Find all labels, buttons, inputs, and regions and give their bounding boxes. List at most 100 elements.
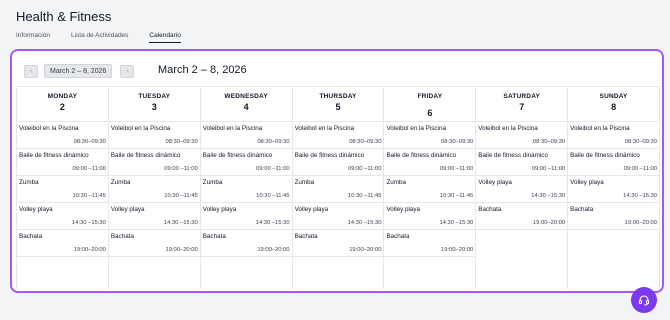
day-header: MONDAY 2 bbox=[17, 87, 108, 122]
event-title: Volley playa bbox=[386, 206, 421, 213]
event-title: Voleibol en la Piscina bbox=[478, 125, 538, 132]
calendar-event[interactable]: Bachata 19:00–20:00 bbox=[568, 203, 660, 230]
calendar-event[interactable]: Baile de fitness dinámico 09:00 –11:00 bbox=[17, 149, 108, 176]
event-list: Voleibol en la Piscina 08:30–09:30 Baile d… bbox=[108, 122, 200, 289]
calendar-event[interactable]: Baile de fitness dinámico 09:00 –11:00 bbox=[476, 149, 568, 176]
event-time: 09:00 –11:00 bbox=[623, 166, 658, 172]
calendar-event[interactable]: Voleibol en la Piscina 08:30–09:30 bbox=[476, 122, 568, 149]
calendar-event[interactable]: Volley playa 14:30 –15:30 bbox=[200, 203, 292, 230]
calendar-event[interactable]: Volley playa 14:30 –15:30 bbox=[17, 203, 108, 230]
day-number: 4 bbox=[243, 102, 249, 112]
day-column-friday: FRIDAY 6 Voleibol en la Piscina 08:30–09:30… bbox=[383, 87, 476, 289]
calendar-event[interactable]: Volley playa 14:30 –15:30 bbox=[476, 176, 568, 203]
event-time: 10:30 –11:45 bbox=[256, 193, 290, 199]
calendar-event[interactable]: Volley playa 14:30 –15:30 bbox=[292, 203, 384, 230]
day-number: 6 bbox=[427, 108, 433, 118]
calendar-event[interactable]: Zumba 10:30 –11:45 bbox=[17, 176, 108, 203]
event-time: 08:30–09:30 bbox=[257, 139, 290, 145]
day-number: 8 bbox=[611, 102, 617, 112]
event-time: 08:30–09:30 bbox=[441, 139, 474, 145]
calendar-event[interactable]: Baile de fitness dinámico 09:00 –11:00 bbox=[108, 149, 200, 176]
calendar-event[interactable]: Bachata 19:00–20:00 bbox=[17, 230, 108, 257]
calendar-event[interactable]: Volley playa 14:30 –15:30 bbox=[568, 176, 660, 203]
event-time: 19:00–20:00 bbox=[349, 247, 382, 253]
event-list: Voleibol en la Piscina 08:30–09:30 Baile d… bbox=[292, 122, 384, 289]
tab-informacion[interactable]: Información bbox=[16, 32, 50, 43]
event-title: Voleibol en la Piscina bbox=[110, 125, 171, 132]
event-time: 09:00 –11:00 bbox=[72, 166, 106, 172]
event-title: Bachata bbox=[202, 233, 226, 240]
event-time: 09:00 –11:00 bbox=[256, 166, 290, 172]
event-title: Voleibol en la Piscina bbox=[386, 125, 446, 132]
calendar-event[interactable]: Voleibol en la Piscina 08:30–09:30 bbox=[200, 122, 292, 149]
day-header: SATURDAY 7 bbox=[476, 87, 568, 122]
tab-calendario[interactable]: Calendario bbox=[149, 32, 181, 43]
event-time: 19:00–20:00 bbox=[73, 247, 106, 253]
day-name: TUESDAY bbox=[138, 93, 171, 100]
calendar-event[interactable]: Baile de fitness dinámico 09:00 –11:00 bbox=[568, 149, 660, 176]
event-title: Zumba bbox=[19, 179, 39, 186]
calendar-event[interactable]: Zumba 10:30 –11:45 bbox=[292, 176, 384, 203]
event-time: 14:30 –15:30 bbox=[623, 193, 658, 199]
event-title: Volley playa bbox=[478, 179, 512, 186]
event-time: 10:30 –11:45 bbox=[72, 193, 106, 199]
calendar-event[interactable]: Bachata 19:00–20:00 bbox=[384, 230, 476, 257]
date-range-button[interactable]: March 2 – 8, 2026 bbox=[44, 64, 113, 78]
help-button[interactable] bbox=[631, 287, 657, 313]
calendar-event[interactable]: Volley playa 14:30 –15:30 bbox=[108, 203, 200, 230]
event-time: 19:00–20:00 bbox=[532, 220, 566, 226]
event-title: Volley playa bbox=[294, 206, 329, 213]
calendar-event[interactable]: Voleibol en la Piscina 08:30–09:30 bbox=[292, 122, 384, 149]
calendar-event[interactable]: Zumba 10:30 –11:45 bbox=[384, 176, 476, 203]
next-week-button[interactable]: › bbox=[120, 64, 135, 78]
event-title: Baile de fitness dinámico bbox=[478, 152, 548, 159]
event-title: Volley playa bbox=[570, 179, 604, 186]
event-title: Bachata bbox=[570, 206, 594, 213]
event-time: 09:00 –11:00 bbox=[164, 166, 198, 172]
day-name: MONDAY bbox=[47, 93, 78, 100]
calendar-event[interactable]: Bachata 19:00–20:00 bbox=[200, 230, 292, 257]
day-name: SATURDAY bbox=[503, 93, 541, 100]
event-title: Voleibol en la Piscina bbox=[294, 125, 355, 132]
calendar-event[interactable]: Baile de fitness dinámico 09:00 –11:00 bbox=[384, 149, 476, 176]
calendar-event[interactable]: Baile de fitness dinámico 09:00 –11:00 bbox=[200, 149, 292, 176]
event-title: Voleibol en la Piscina bbox=[202, 125, 263, 132]
chevron-right-icon: › bbox=[126, 67, 129, 75]
day-number: 5 bbox=[335, 102, 341, 112]
event-title: Volley playa bbox=[19, 206, 53, 213]
chevron-left-icon: ‹ bbox=[29, 67, 33, 75]
calendar-event[interactable]: Zumba 10:30 –11:45 bbox=[200, 176, 292, 203]
event-time: 10:30 –11:45 bbox=[164, 193, 198, 199]
event-time: 19:00–20:00 bbox=[441, 247, 474, 253]
tab-bar: Información Lista de Actividades Calenda… bbox=[16, 32, 202, 43]
calendar-event[interactable]: Voleibol en la Piscina 08:30–09:30 bbox=[384, 122, 476, 149]
day-column-thursday: THURSDAY 5 Voleibol en la Piscina 08:30–09:… bbox=[291, 87, 384, 289]
headset-icon bbox=[638, 295, 650, 306]
event-list: Voleibol en la Piscina 08:30–09:30 Baile d… bbox=[200, 122, 292, 289]
event-list: Voleibol en la Piscina 08:30–09:30 Baile d… bbox=[17, 122, 108, 289]
day-header: SUNDAY 8 bbox=[568, 87, 660, 122]
prev-week-button[interactable]: ‹ bbox=[24, 64, 38, 78]
event-time: 08:30–09:30 bbox=[349, 139, 382, 145]
calendar-range-title: March 2 – 8, 2026 bbox=[158, 64, 247, 76]
calendar-event[interactable]: Voleibol en la Piscina 08:30–09:30 bbox=[17, 122, 108, 149]
calendar-event[interactable]: Bachata 19:00–20:00 bbox=[476, 203, 568, 230]
calendar-event[interactable]: Voleibol en la Piscina 08:30–09:30 bbox=[568, 122, 660, 149]
event-time: 08:30–09:30 bbox=[165, 139, 198, 145]
event-time: 09:00 –11:00 bbox=[531, 166, 566, 172]
event-time: 19:00–20:00 bbox=[624, 220, 658, 226]
event-time: 19:00–20:00 bbox=[165, 247, 198, 253]
day-header: THURSDAY 5 bbox=[292, 87, 384, 122]
event-list: Voleibol en la Piscina 08:30–09:30 Baile d… bbox=[384, 122, 476, 289]
calendar-event[interactable]: Volley playa 14:30 –15:30 bbox=[384, 203, 476, 230]
calendar-event[interactable]: Zumba 10:30 –11:45 bbox=[108, 176, 200, 203]
calendar-event[interactable]: Voleibol en la Piscina 08:30–09:30 bbox=[108, 122, 200, 149]
event-title: Bachata bbox=[386, 233, 410, 240]
calendar-event[interactable]: Bachata 19:00–20:00 bbox=[292, 230, 384, 257]
calendar-event[interactable]: Baile de fitness dinámico 09:00 –11:00 bbox=[292, 149, 384, 176]
day-name: THURSDAY bbox=[319, 93, 357, 100]
event-time: 14:30 –15:30 bbox=[163, 220, 198, 226]
tab-lista-de-actividades[interactable]: Lista de Actividades bbox=[71, 32, 128, 43]
calendar-event[interactable]: Bachata 19:00–20:00 bbox=[108, 230, 200, 257]
event-time: 08:30–09:30 bbox=[73, 139, 106, 145]
